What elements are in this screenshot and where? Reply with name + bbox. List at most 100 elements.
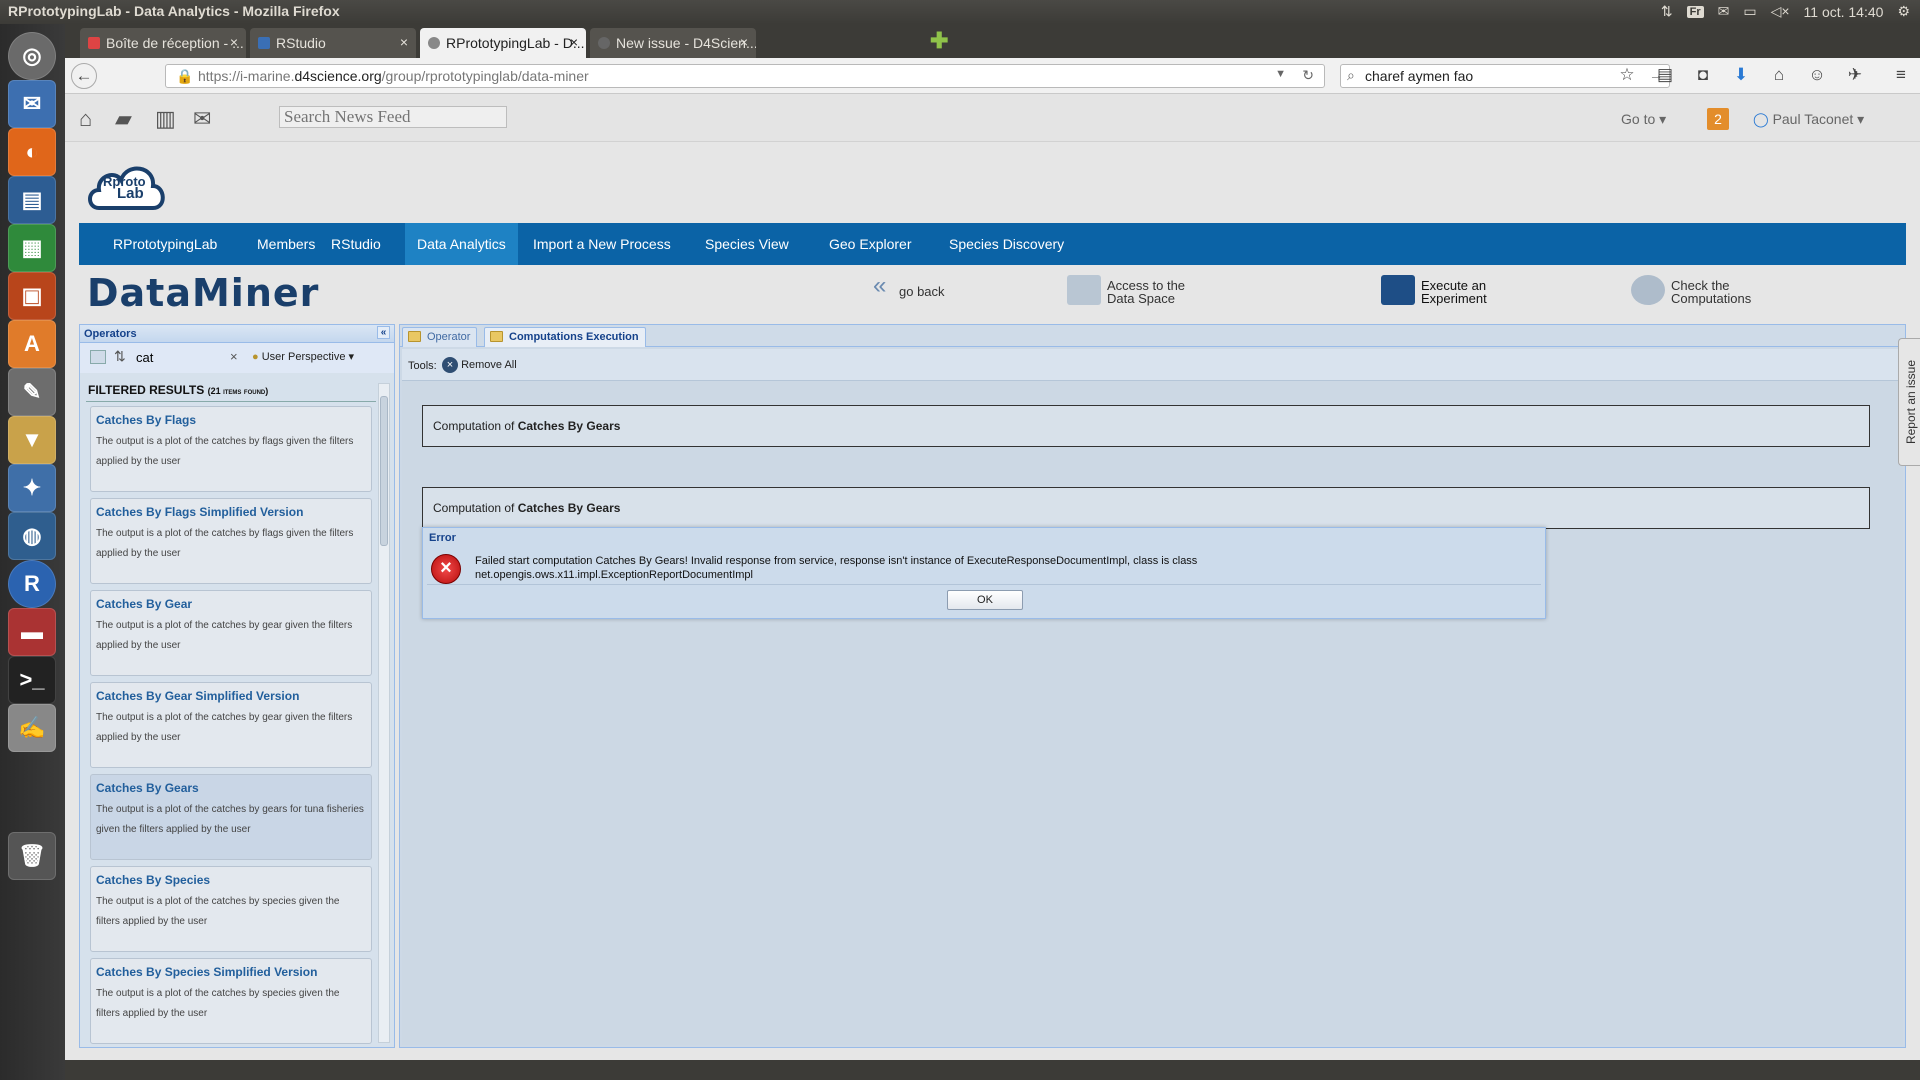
operator-card-selected[interactable]: Catches By Gears The output is a plot of…	[90, 774, 372, 860]
trash-icon[interactable]: 🗑	[8, 832, 56, 880]
user-menu[interactable]: ◯ Paul Taconet ▾	[1753, 111, 1864, 128]
check-computations-button[interactable]: Check the Computations	[1631, 275, 1751, 305]
network-icon[interactable]: ⇅	[1661, 3, 1673, 20]
keyboard-layout[interactable]: Fr	[1686, 5, 1704, 18]
tab-rprototypinglab[interactable]: RPrototypingLab - D... ×	[420, 28, 586, 58]
folder-icon[interactable]: ▰	[115, 106, 132, 132]
operator-card[interactable]: Catches By Gear Simplified Version The o…	[90, 682, 372, 768]
access-data-space-button[interactable]: Access to the Data Space	[1067, 275, 1185, 305]
close-icon[interactable]: ×	[740, 34, 748, 50]
software-center-icon[interactable]: A	[8, 320, 56, 368]
operator-title[interactable]: Catches By Flags	[96, 413, 366, 427]
bookmark-star-icon[interactable]: ☆	[1615, 65, 1639, 87]
operator-card[interactable]: Catches By Flags The output is a plot of…	[90, 406, 372, 492]
refresh-icon[interactable]	[90, 350, 106, 364]
menu-icon[interactable]: ≡	[1889, 65, 1913, 87]
execute-experiment-button[interactable]: Execute an Experiment	[1381, 275, 1487, 305]
nav-rprototypinglab[interactable]: RPrototypingLab	[101, 223, 229, 265]
mail-icon[interactable]: ✉	[1718, 3, 1730, 20]
operator-search-input[interactable]	[134, 347, 228, 367]
chat-icon[interactable]: ☺	[1805, 65, 1829, 87]
items-found-count: (21 items found)	[207, 386, 269, 396]
close-icon[interactable]: ×	[400, 34, 408, 50]
new-tab-plus-icon[interactable]: ✚	[930, 28, 948, 54]
url-bar[interactable]: 🔒 https://i-marine.d4science.org/group/r…	[165, 64, 1325, 88]
scrollbar-thumb[interactable]	[380, 396, 388, 546]
user-icon: ●	[252, 351, 259, 363]
calc-icon[interactable]: ▦	[8, 224, 56, 272]
go-back-button[interactable]: « go back	[873, 274, 945, 299]
mail-icon[interactable]: ✉	[193, 106, 211, 132]
computation-box: Computation of Catches By Gears	[422, 405, 1870, 447]
volume-icon[interactable]: ◁×	[1771, 3, 1790, 20]
notifications-badge[interactable]: 2	[1707, 108, 1729, 130]
perspective-dropdown[interactable]: ● User Perspective ▾	[252, 350, 354, 363]
sort-az-icon[interactable]: ⇅	[114, 348, 126, 365]
reload-icon[interactable]: ↻	[1302, 67, 1314, 84]
reading-list-icon[interactable]: ▤	[1653, 65, 1677, 87]
report-issue-tab[interactable]: Report an issue	[1898, 338, 1920, 466]
clock[interactable]: 11 oct. 14:40	[1804, 4, 1884, 20]
operator-title[interactable]: Catches By Species Simplified Version	[96, 965, 366, 979]
close-icon[interactable]: ×	[230, 34, 238, 50]
operator-title[interactable]: Catches By Species	[96, 873, 366, 887]
settings-icon[interactable]: ✎	[8, 368, 56, 416]
operator-title[interactable]: Catches By Gears	[96, 781, 366, 795]
home-icon[interactable]: ⌂	[1767, 65, 1791, 87]
tab-computations-execution[interactable]: Computations Execution	[484, 327, 646, 347]
nav-rstudio[interactable]: RStudio	[319, 223, 393, 265]
writer-icon[interactable]: ▤	[8, 176, 56, 224]
tab-operator[interactable]: Operator	[402, 327, 478, 347]
terminal-icon[interactable]: >_	[8, 656, 56, 704]
nav-members[interactable]: Members	[245, 223, 327, 265]
clear-search-icon[interactable]: ×	[230, 349, 238, 364]
nav-species-discovery[interactable]: Species Discovery	[937, 223, 1076, 265]
rprotolab-logo[interactable]: Rproto Lab	[85, 158, 167, 212]
nav-geo-explorer[interactable]: Geo Explorer	[817, 223, 923, 265]
back-arrow-icon[interactable]: ←	[71, 63, 97, 89]
dropdown-arrow-icon[interactable]: ▼	[1275, 68, 1286, 80]
news-feed-search-input[interactable]	[279, 106, 507, 128]
nav-import-process[interactable]: Import a New Process	[521, 223, 683, 265]
archive-icon[interactable]: ▼	[8, 416, 56, 464]
home-icon[interactable]: ⌂	[79, 106, 92, 132]
search-value: charef aymen fao	[1365, 68, 1474, 84]
operator-title[interactable]: Catches By Gear Simplified Version	[96, 689, 366, 703]
tab-new-issue[interactable]: New issue - D4Scien... ×	[590, 28, 756, 58]
impress-icon[interactable]: ▣	[8, 272, 56, 320]
text-editor-icon[interactable]: ✍	[8, 704, 56, 752]
nav-data-analytics[interactable]: Data Analytics	[405, 223, 518, 265]
close-icon[interactable]: ×	[570, 34, 578, 50]
operator-card[interactable]: Catches By Flags Simplified Version The …	[90, 498, 372, 584]
operators-scrollbar[interactable]	[378, 383, 390, 1043]
extension-icon[interactable]: ✈	[1843, 65, 1867, 87]
tab-rstudio[interactable]: RStudio ×	[250, 28, 416, 58]
operator-card[interactable]: Catches By Gear The output is a plot of …	[90, 590, 372, 676]
book-icon[interactable]: ▥	[155, 106, 176, 132]
tab-gmail[interactable]: Boîte de réception - ... ×	[80, 28, 246, 58]
gear-icon[interactable]: ⚙	[1897, 3, 1910, 20]
remove-all-button[interactable]: × Remove All	[442, 357, 517, 373]
ok-button[interactable]: OK	[947, 590, 1023, 610]
bird-icon[interactable]: ✦	[8, 464, 56, 512]
operator-card[interactable]: Catches By Species The output is a plot …	[90, 866, 372, 952]
ubuntu-dash-icon[interactable]: ◎	[8, 32, 56, 80]
tools-bar: Tools: × Remove All	[402, 349, 1903, 381]
operator-card[interactable]: Catches By Species Simplified Version Th…	[90, 958, 372, 1044]
postgres-icon[interactable]: ◍	[8, 512, 56, 560]
execution-panel: Operator Computations Execution Tools: ×…	[399, 324, 1906, 1048]
nav-species-view[interactable]: Species View	[693, 223, 801, 265]
thunderbird-icon[interactable]: ✉	[8, 80, 56, 128]
goto-menu[interactable]: Go to ▾	[1621, 111, 1666, 128]
firefox-icon[interactable]: ◐	[8, 128, 56, 176]
collapse-icon[interactable]: «	[377, 326, 390, 339]
download-icon[interactable]: ⬇	[1729, 65, 1753, 87]
r-icon[interactable]: R	[8, 560, 56, 608]
pocket-icon[interactable]: ◘	[1691, 65, 1715, 87]
web-page: ⌂ ▰ ▥ ✉ Go to ▾ 2 ◯ Paul Taconet ▾ Rprot…	[65, 94, 1920, 1060]
computation-prefix: Computation of	[433, 419, 518, 433]
battery-icon[interactable]: ▭	[1743, 3, 1756, 20]
files-icon[interactable]: ▬	[8, 608, 56, 656]
operator-title[interactable]: Catches By Flags Simplified Version	[96, 505, 366, 519]
operator-title[interactable]: Catches By Gear	[96, 597, 366, 611]
